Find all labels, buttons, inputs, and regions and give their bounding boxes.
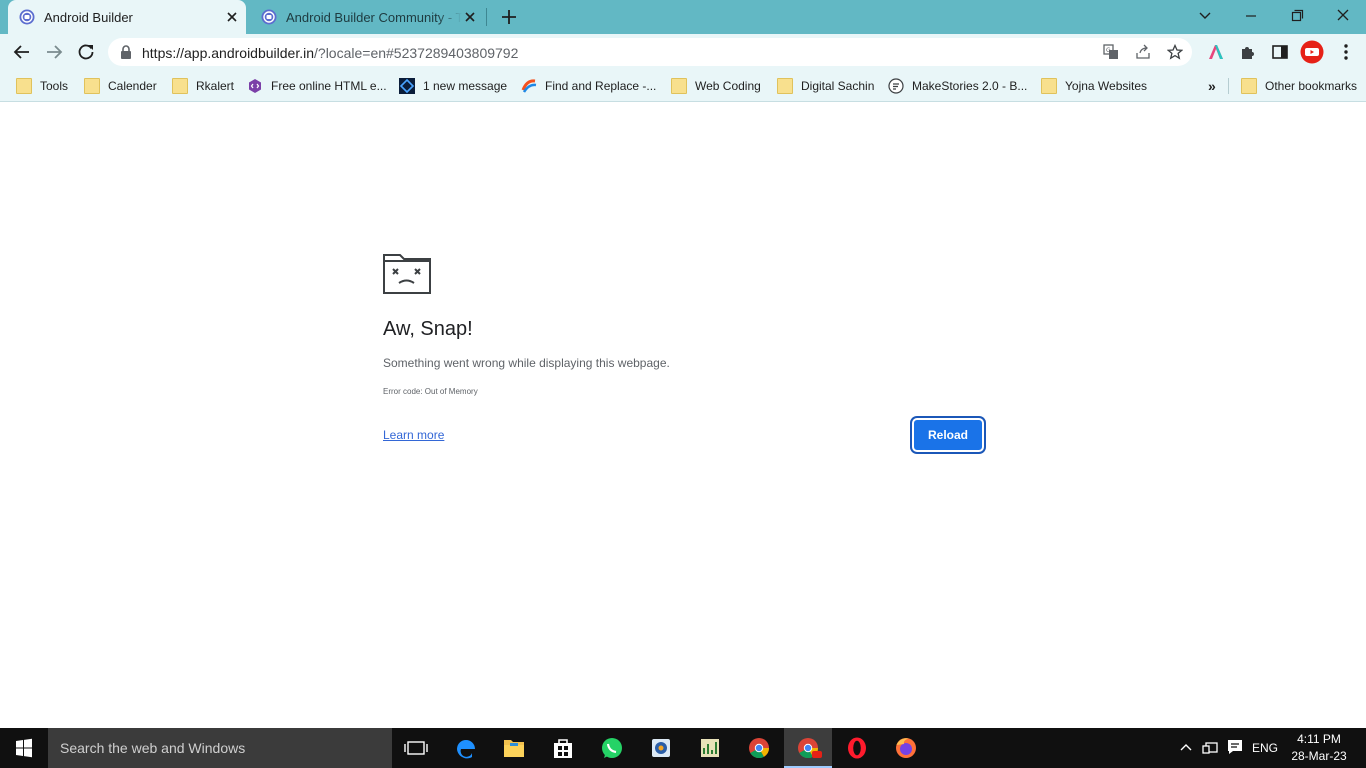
other-bookmarks-label: Other bookmarks [1265,79,1358,93]
android-builder-favicon-icon [261,9,277,25]
bookmark-label: Tools [40,79,69,93]
menu-kebab-icon[interactable] [1336,42,1356,62]
firefox-icon[interactable] [882,728,930,768]
bookmark-find-replace[interactable]: Find and Replace -... [521,76,656,96]
bookmark-tools[interactable]: Tools [16,76,68,96]
chrome-icon[interactable] [735,728,783,768]
folder-icon [1041,78,1057,94]
network-icon[interactable] [1201,736,1219,758]
folder-icon [84,78,100,94]
bookmark-label: 1 new message [423,79,508,93]
action-center-notification-icon[interactable] [1226,736,1244,758]
edge-browser-icon[interactable] [442,728,490,768]
error-code: Error code: Out of Memory [383,387,478,396]
url-text[interactable]: https://app.androidbuilder.in/?locale=en… [142,45,518,61]
close-window-icon[interactable] [1331,5,1355,27]
bookmarks-overflow-button[interactable]: » [1208,76,1216,96]
tab-title: Android Builder [44,10,133,25]
lock-icon[interactable] [120,45,132,59]
svg-text:G: G [1106,47,1111,54]
file-explorer-icon[interactable] [490,728,538,768]
tab-strip: Android Builder Android Builder Communit… [0,0,1366,34]
input-language-indicator[interactable]: ENG [1252,741,1278,763]
learn-more-link[interactable]: Learn more [383,428,444,442]
clock-date: 28-Mar-23 [1291,749,1347,763]
find-replace-icon [521,78,537,94]
bookmark-label: Digital Sachin [801,79,875,93]
taskbar-clock[interactable]: 4:11 PM 28-Mar-23 [1286,731,1352,765]
bookmark-label: MakeStories 2.0 - B... [912,79,1028,93]
bookmark-makestories[interactable]: MakeStories 2.0 - B... [888,76,1027,96]
folder-icon [16,78,32,94]
bookmark-html-editor[interactable]: Free online HTML e... [247,76,387,96]
opera-icon[interactable] [833,728,881,768]
bookmark-new-message[interactable]: 1 new message [399,76,507,96]
bookmark-label: Find and Replace -... [545,79,657,93]
sad-tab-icon [383,254,431,294]
youtube-profile-avatar[interactable] [1300,40,1324,64]
html-editor-icon [247,78,263,94]
tab-android-builder[interactable]: Android Builder [8,0,246,34]
bookmark-label: Web Coding [695,79,761,93]
bookmark-label: Rkalert [196,79,235,93]
bookmark-yojna-websites[interactable]: Yojna Websites [1041,76,1147,96]
windows-taskbar: Search the web and Windows ENG 4:11 PM 2… [0,728,1366,768]
browser-toolbar: https://app.androidbuilder.in/?locale=en… [0,34,1366,70]
task-view-icon[interactable] [392,728,440,768]
share-icon[interactable] [1135,44,1151,60]
address-bar[interactable]: https://app.androidbuilder.in/?locale=en… [108,38,1192,66]
taskbar-search-placeholder: Search the web and Windows [60,740,246,756]
media-app-icon[interactable] [637,728,685,768]
chrome-profile-active-icon[interactable] [784,728,832,768]
folder-icon [671,78,687,94]
whatsapp-icon[interactable] [588,728,636,768]
translate-icon[interactable]: G [1103,44,1119,60]
side-panel-icon[interactable] [1270,42,1290,62]
bookmark-rkalert[interactable]: Rkalert [172,76,234,96]
forward-arrow-icon[interactable] [43,41,65,63]
bookmark-calender[interactable]: Calender [84,76,157,96]
url-host: https://app.androidbuilder.in [142,45,315,61]
show-hidden-icons-chevron-up-icon[interactable] [1178,736,1194,758]
windows-start-icon[interactable] [0,728,48,768]
url-path: /?locale=en#5237289403809792 [314,45,519,61]
close-tab-icon[interactable] [224,9,240,25]
bookmark-digital-sachin[interactable]: Digital Sachin [777,76,874,96]
folder-icon [777,78,793,94]
clock-time: 4:11 PM [1297,732,1341,746]
android-builder-favicon-icon [19,9,35,25]
bookmark-label: Calender [108,79,157,93]
message-icon [399,78,415,94]
new-tab-icon[interactable] [499,7,519,27]
error-message: Something went wrong while displaying th… [383,356,670,370]
reload-page-icon[interactable] [75,41,97,63]
bookmark-star-icon[interactable] [1167,44,1183,60]
reload-button[interactable]: Reload [912,418,984,452]
tab-separator [486,8,487,26]
page-content: Aw, Snap! Something went wrong while dis… [0,103,1366,728]
restore-icon[interactable] [1285,5,1309,27]
tab-title: Android Builder Community - The [286,10,462,25]
bookmark-web-coding[interactable]: Web Coding [671,76,761,96]
folder-icon [172,78,188,94]
microsoft-store-icon[interactable] [539,728,587,768]
tab-android-builder-community[interactable]: Android Builder Community - The [250,0,486,34]
folder-icon [1241,78,1257,94]
extensions-puzzle-icon[interactable] [1238,42,1258,62]
arc-extension-icon[interactable] [1206,42,1226,62]
back-arrow-icon[interactable] [11,41,33,63]
taskbar-search-box[interactable]: Search the web and Windows [48,728,392,768]
close-tab-icon[interactable] [462,9,478,25]
minimize-icon[interactable] [1239,5,1263,27]
error-title: Aw, Snap! [383,318,473,340]
bookmark-label: Free online HTML e... [271,79,387,93]
makestories-icon [888,78,904,94]
bookmarks-bar: Tools Calender Rkalert Free online HTML … [0,70,1366,102]
bookmark-label: Yojna Websites [1065,79,1148,93]
spreadsheet-app-icon[interactable] [686,728,734,768]
tab-search-chevron-down-icon[interactable] [1193,5,1217,27]
other-bookmarks[interactable]: Other bookmarks [1241,76,1357,96]
bookmarks-separator [1228,78,1229,94]
